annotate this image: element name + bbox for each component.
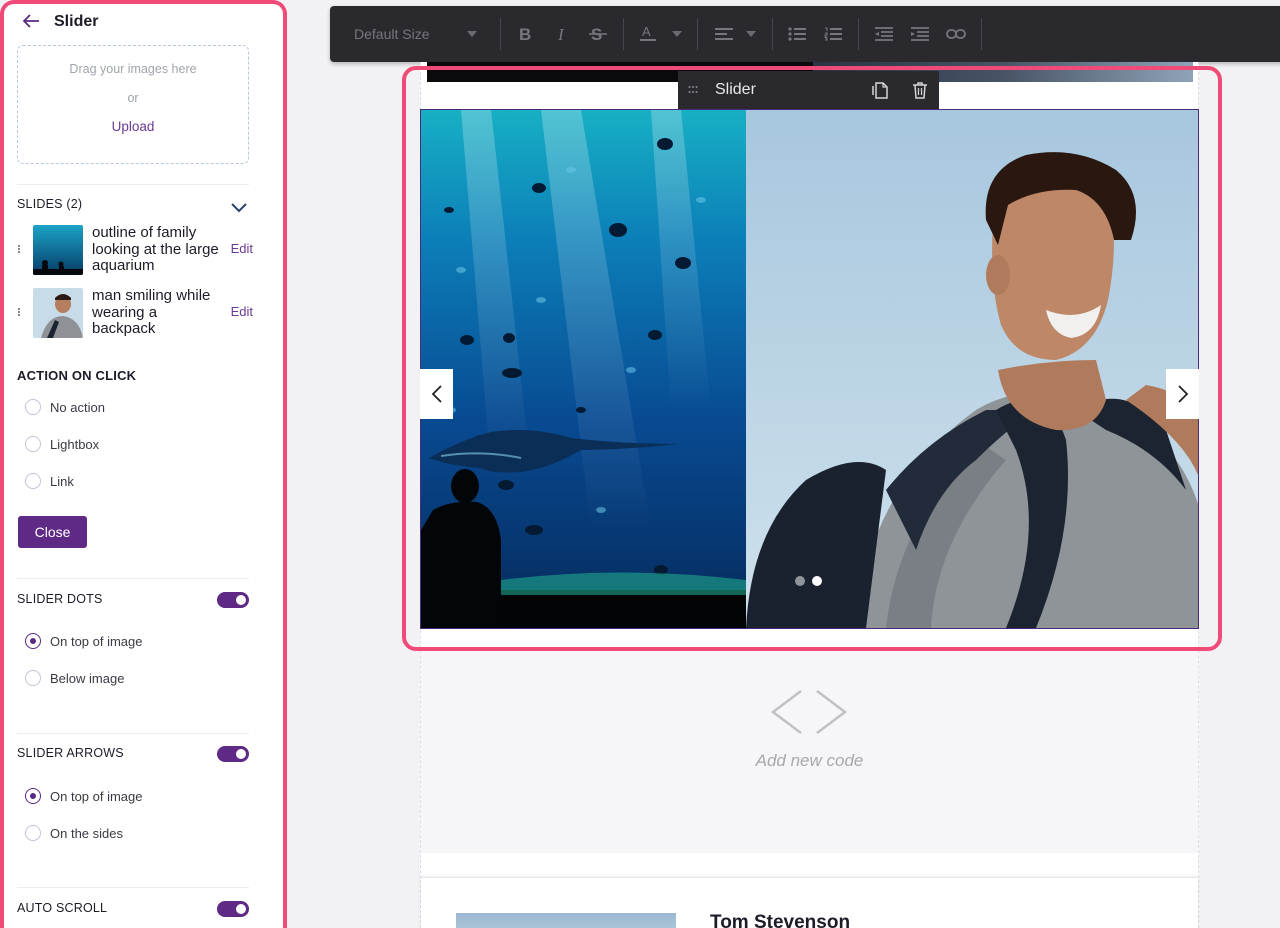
numbered-list-icon[interactable] bbox=[824, 6, 842, 62]
slider-selection-outline bbox=[402, 66, 1222, 651]
duplicate-icon[interactable] bbox=[870, 80, 890, 100]
slider-block-toolbar: Slider bbox=[678, 71, 939, 109]
code-brackets-icon bbox=[771, 690, 848, 734]
toolbar-divider bbox=[697, 18, 698, 50]
dropzone-or: or bbox=[127, 91, 139, 105]
slides-section-title: SLIDES (2) bbox=[17, 197, 83, 211]
slide-thumbnail bbox=[33, 225, 83, 275]
radio-dots-below[interactable]: Below image bbox=[25, 670, 124, 686]
toolbar-divider bbox=[500, 18, 501, 50]
radio-label: Link bbox=[50, 473, 74, 489]
chevron-down-icon[interactable] bbox=[467, 6, 477, 62]
chevron-down-icon[interactable] bbox=[672, 6, 682, 62]
radio-arrows-sides[interactable]: On the sides bbox=[25, 825, 123, 841]
divider bbox=[17, 887, 249, 888]
radio-label: Lightbox bbox=[50, 436, 100, 452]
trash-icon[interactable] bbox=[910, 80, 930, 100]
align-left-icon[interactable] bbox=[715, 6, 733, 62]
chevron-down-icon[interactable] bbox=[230, 202, 248, 214]
profile-image bbox=[456, 913, 676, 928]
radio-arrows-on-top[interactable]: On top of image bbox=[25, 788, 143, 804]
dropzone-text: Drag your images here bbox=[69, 62, 197, 76]
indent-decrease-icon[interactable] bbox=[875, 6, 893, 62]
toolbar-divider bbox=[858, 18, 859, 50]
radio-label: No action bbox=[50, 399, 105, 415]
slide-label: outline of family looking at the large a… bbox=[92, 224, 219, 274]
slide-label: man smiling while wearing a backpack bbox=[92, 287, 211, 337]
slider-arrows-title: SLIDER ARROWS bbox=[17, 746, 124, 760]
svg-text:I: I bbox=[557, 26, 565, 42]
slider-dots-toggle[interactable] bbox=[217, 592, 249, 608]
drag-handle-icon[interactable] bbox=[18, 245, 20, 253]
radio-lightbox[interactable]: Lightbox bbox=[25, 436, 99, 452]
radio-button[interactable] bbox=[25, 436, 41, 452]
svg-text:A: A bbox=[642, 24, 651, 39]
slide-thumbnail bbox=[33, 288, 83, 338]
radio-dots-on-top[interactable]: On top of image bbox=[25, 633, 143, 649]
chevron-down-icon[interactable] bbox=[746, 6, 756, 62]
edit-slide-link[interactable]: Edit bbox=[231, 304, 253, 319]
auto-scroll-toggle[interactable] bbox=[217, 901, 249, 917]
italic-icon[interactable]: I bbox=[556, 6, 568, 62]
toolbar-divider bbox=[981, 18, 982, 50]
link-icon[interactable] bbox=[946, 6, 966, 62]
slide-item-man[interactable]: man smiling while wearing a backpack Edi… bbox=[17, 287, 253, 340]
radio-button[interactable] bbox=[25, 825, 41, 841]
image-dropzone[interactable]: Drag your images here or Upload bbox=[17, 45, 249, 164]
profile-card: Tom Stevenson bbox=[421, 877, 1198, 928]
auto-scroll-title: AUTO SCROLL bbox=[17, 901, 108, 915]
radio-button[interactable] bbox=[25, 473, 41, 489]
font-size-select[interactable]: Default Size bbox=[354, 6, 429, 62]
back-arrow-icon[interactable] bbox=[22, 12, 40, 32]
toolbar-divider bbox=[623, 18, 624, 50]
radio-label: On the sides bbox=[50, 825, 123, 841]
slider-dots-title: SLIDER DOTS bbox=[17, 592, 103, 606]
slider-block-label: Slider bbox=[715, 81, 756, 98]
action-section-title: ACTION ON CLICK bbox=[17, 368, 137, 383]
bold-icon[interactable]: B bbox=[518, 6, 532, 62]
radio-no-action[interactable]: No action bbox=[25, 399, 105, 415]
radio-button[interactable] bbox=[25, 670, 41, 686]
divider bbox=[17, 578, 249, 579]
drag-grip-icon[interactable] bbox=[688, 85, 698, 95]
settings-sidebar: Slider Drag your images here or Upload S… bbox=[0, 0, 287, 928]
radio-label: On top of image bbox=[50, 788, 143, 804]
radio-button[interactable] bbox=[25, 788, 41, 804]
edit-slide-link[interactable]: Edit bbox=[231, 241, 253, 256]
svg-text:B: B bbox=[519, 26, 531, 42]
profile-name: Tom Stevenson bbox=[710, 912, 851, 928]
radio-link[interactable]: Link bbox=[25, 473, 74, 489]
drag-handle-icon[interactable] bbox=[18, 308, 20, 316]
slider-arrows-toggle[interactable] bbox=[217, 746, 249, 762]
sidebar-header: Slider bbox=[22, 12, 98, 32]
toolbar-divider bbox=[772, 18, 773, 50]
radio-label: Below image bbox=[50, 670, 125, 686]
indent-increase-icon[interactable] bbox=[911, 6, 929, 62]
radio-label: On top of image bbox=[50, 633, 143, 649]
divider bbox=[17, 184, 249, 185]
slide-item-aquarium[interactable]: outline of family looking at the large a… bbox=[17, 224, 253, 277]
divider bbox=[17, 733, 249, 734]
radio-button[interactable] bbox=[25, 633, 41, 649]
code-block[interactable]: Add new code bbox=[421, 648, 1198, 853]
font-size-value: Default Size bbox=[354, 26, 430, 42]
text-color-icon[interactable]: A bbox=[639, 6, 657, 62]
text-toolbar: Default Size B I S A bbox=[330, 6, 1280, 62]
close-button[interactable]: Close bbox=[18, 516, 87, 548]
strikethrough-icon[interactable]: S bbox=[588, 6, 608, 62]
sidebar-title: Slider bbox=[54, 13, 99, 30]
upload-link[interactable]: Upload bbox=[18, 119, 248, 134]
radio-button[interactable] bbox=[25, 399, 41, 415]
bullet-list-icon[interactable] bbox=[788, 6, 806, 62]
add-code-label[interactable]: Add new code bbox=[421, 751, 1198, 771]
